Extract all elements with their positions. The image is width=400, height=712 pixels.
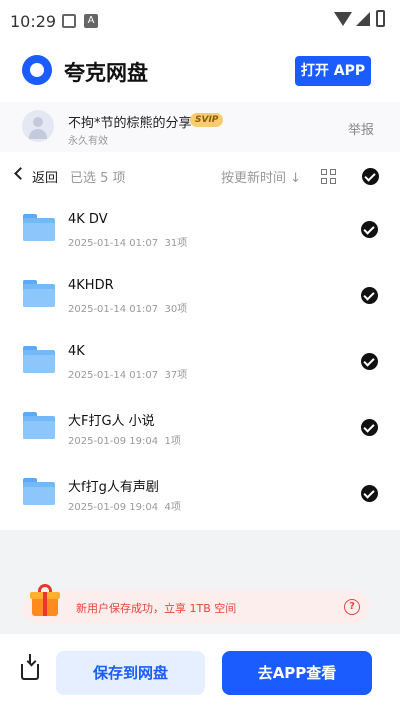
list-item[interactable]: 4K DV 2025-01-14 01:07 31项 — [0, 200, 400, 266]
app-name: 夸克网盘 — [64, 61, 148, 85]
avatar-head — [33, 117, 43, 127]
wifi-icon — [334, 12, 352, 26]
gift-icon — [30, 584, 60, 618]
file-name: 4K DV — [68, 212, 108, 227]
file-count: 30项 — [164, 304, 188, 315]
status-bar: 10:29 A — [0, 0, 400, 40]
list-item[interactable]: 大f打g人有声剧 2025-01-09 19:04 4项 — [0, 464, 400, 530]
file-date: 2025-01-09 19:04 — [68, 502, 159, 513]
file-meta: 2025-01-09 19:04 1项 — [68, 432, 181, 447]
row-checkbox[interactable] — [361, 221, 378, 238]
save-to-drive-button[interactable]: 保存到网盘 — [56, 651, 205, 695]
sharer-name: 不拘*节的棕熊的分享 — [68, 116, 192, 131]
file-meta: 2025-01-14 01:07 37项 — [68, 366, 187, 381]
battery-icon — [376, 10, 385, 27]
quark-logo-icon — [22, 55, 52, 85]
promo-text: 新用户保存成功，立享 1TB 空间 — [76, 602, 237, 615]
app-notification-icon: A — [84, 14, 98, 28]
file-list: 4K DV 2025-01-14 01:07 31项 4KHDR 2025-01… — [0, 200, 400, 530]
app-header: 夸克网盘 打开 APP — [0, 40, 400, 102]
file-date: 2025-01-14 01:07 — [68, 370, 159, 381]
download-icon[interactable] — [21, 654, 39, 680]
file-count: 1项 — [164, 436, 181, 447]
folder-icon — [23, 214, 55, 241]
row-checkbox[interactable] — [361, 485, 378, 502]
file-count: 37项 — [164, 370, 188, 381]
back-button[interactable]: 返回 — [32, 167, 58, 186]
file-meta: 2025-01-09 19:04 4项 — [68, 498, 181, 513]
gallery-notification-icon — [62, 14, 76, 28]
file-meta: 2025-01-14 01:07 31项 — [68, 234, 187, 249]
avatar[interactable] — [22, 110, 54, 142]
row-checkbox[interactable] — [361, 287, 378, 304]
signal-icon — [356, 12, 370, 26]
row-checkbox[interactable] — [361, 419, 378, 436]
status-time: 10:29 — [10, 12, 57, 31]
sharer-info: 不拘*节的棕熊的分享 SVIP 永久有效 举报 — [0, 102, 400, 152]
file-count: 4项 — [164, 502, 181, 513]
row-checkbox[interactable] — [361, 353, 378, 370]
folder-icon — [23, 280, 55, 307]
file-name: 4KHDR — [68, 278, 114, 293]
avatar-body — [29, 129, 47, 139]
share-validity: 永久有效 — [68, 136, 108, 147]
chevron-left-icon[interactable] — [14, 167, 27, 180]
sort-button[interactable]: 按更新时间 ↓ — [221, 167, 301, 186]
file-date: 2025-01-14 01:07 — [68, 238, 159, 249]
selected-count: 已选 5 项 — [70, 171, 126, 186]
svip-badge: SVIP — [190, 113, 224, 127]
folder-icon — [23, 346, 55, 373]
file-date: 2025-01-09 19:04 — [68, 436, 159, 447]
list-item[interactable]: 4KHDR 2025-01-14 01:07 30项 — [0, 266, 400, 332]
help-icon[interactable]: ? — [344, 599, 360, 615]
file-meta: 2025-01-14 01:07 30项 — [68, 300, 187, 315]
grid-view-icon[interactable] — [321, 169, 337, 185]
file-count: 31项 — [164, 238, 188, 249]
bottom-action-bar: 保存到网盘 去APP查看 — [0, 634, 400, 712]
select-all-checkbox[interactable] — [362, 168, 379, 185]
file-name: 大F打G人 小说 — [68, 414, 155, 429]
file-date: 2025-01-14 01:07 — [68, 304, 159, 315]
list-item[interactable]: 大F打G人 小说 2025-01-09 19:04 1项 — [0, 398, 400, 464]
folder-icon — [23, 412, 55, 439]
folder-icon — [23, 478, 55, 505]
list-item[interactable]: 4K 2025-01-14 01:07 37项 — [0, 332, 400, 398]
report-button[interactable]: 举报 — [348, 119, 374, 138]
file-name: 大f打g人有声剧 — [68, 480, 159, 495]
list-toolbar: 返回 已选 5 项 按更新时间 ↓ — [0, 152, 400, 200]
open-app-button[interactable]: 打开 APP — [295, 56, 371, 86]
view-in-app-button[interactable]: 去APP查看 — [222, 651, 372, 695]
file-name: 4K — [68, 344, 85, 359]
